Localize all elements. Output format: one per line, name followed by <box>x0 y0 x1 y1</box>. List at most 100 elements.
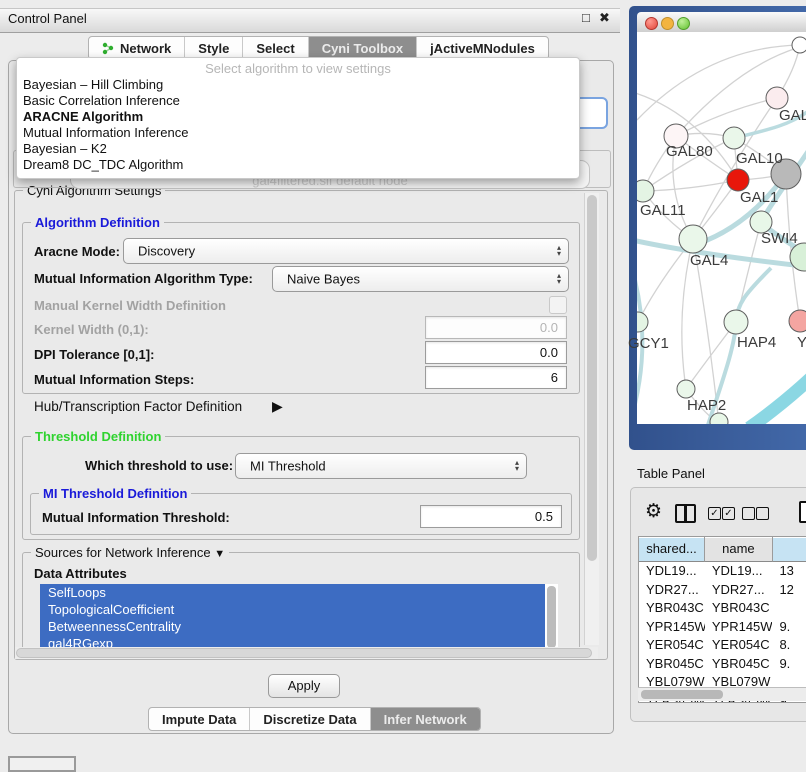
node-gal-top[interactable] <box>766 87 788 109</box>
node-label: HAP2 <box>687 397 726 414</box>
algorithm-definition-title: Algorithm Definition <box>31 215 164 230</box>
dropdown-item-basic-correlation[interactable]: Basic Correlation Inference <box>23 93 180 108</box>
mi-threshold-field[interactable]: 0.5 <box>420 505 562 528</box>
node-label: GAL11 <box>640 202 686 219</box>
tab-cyni-toolbox[interactable]: Cyni Toolbox <box>308 37 416 59</box>
unchecked-checkbox-icon[interactable] <box>742 507 755 520</box>
network-window-titlebar[interactable] <box>637 12 806 33</box>
list-scrollbar[interactable] <box>547 586 556 648</box>
bottom-tabbar: Impute Data Discretize Data Infer Networ… <box>148 707 481 731</box>
tab-discretize-data[interactable]: Discretize Data <box>249 708 369 730</box>
kernel-width-label: Kernel Width (0,1): <box>34 322 149 337</box>
node-label: HAP4 <box>737 334 776 351</box>
minimize-traffic-light-icon[interactable] <box>661 17 674 30</box>
list-item-betweenness[interactable]: BetweennessCentrality <box>40 618 545 635</box>
mi-steps-field[interactable]: 6 <box>425 366 567 389</box>
expanded-arrow-icon[interactable]: ▼ <box>214 548 225 560</box>
dpi-tolerance-field[interactable]: 0.0 <box>425 341 567 364</box>
which-threshold-combo[interactable]: MI Threshold ▴▾ <box>235 453 527 479</box>
settings-horizontal-scrollbar[interactable] <box>15 647 598 659</box>
settings-vertical-scroll-thumb[interactable] <box>587 195 597 561</box>
tab-impute-data[interactable]: Impute Data <box>149 708 249 730</box>
combo-stepper-icon: ▴▾ <box>557 245 561 257</box>
table-row[interactable]: YDR27...YDR27...12 <box>639 581 806 600</box>
tab-infer-network[interactable]: Infer Network <box>370 708 480 730</box>
column-header-shared-name[interactable]: shared... <box>639 537 705 562</box>
control-panel-titlebar <box>0 8 620 33</box>
table-horizontal-scroll-thumb[interactable] <box>641 690 723 699</box>
manual-kernel-checkbox[interactable] <box>549 296 567 314</box>
unchecked-checkbox-icon[interactable] <box>756 507 769 520</box>
checked-checkbox-icon[interactable]: ✓ <box>708 507 721 520</box>
checked-checkbox-icon[interactable]: ✓ <box>722 507 735 520</box>
control-panel-title: Control Panel <box>8 11 87 26</box>
node-hap4[interactable] <box>724 310 748 334</box>
columns-icon[interactable] <box>675 504 696 523</box>
node-gcy1[interactable] <box>637 312 648 332</box>
document-icon[interactable] <box>799 501 806 523</box>
mi-threshold-title: MI Threshold Definition <box>39 486 191 501</box>
node-hap2[interactable] <box>677 380 695 398</box>
table-row[interactable]: YPR145WYPR145W9. <box>639 618 806 637</box>
aracne-mode-label: Aracne Mode: <box>34 244 120 259</box>
close-traffic-light-icon[interactable] <box>645 17 658 30</box>
collapsed-arrow-icon[interactable]: ▶ <box>272 398 283 415</box>
node-label: GAL10 <box>736 150 783 167</box>
zoom-traffic-light-icon[interactable] <box>677 17 690 30</box>
node-attribute-table: shared... name YDL19...YDL19...13 YDR27.… <box>638 536 806 703</box>
node-gal11[interactable] <box>637 180 654 202</box>
which-threshold-label: Which threshold to use: <box>85 458 233 473</box>
node-label: Y <box>797 334 806 351</box>
dropdown-item-aracne[interactable]: ARACNE Algorithm <box>23 109 143 124</box>
table-row[interactable]: YBR043CYBR043C <box>639 599 806 618</box>
dropdown-item-bayesian-k2[interactable]: Bayesian – K2 <box>23 141 107 156</box>
table-row[interactable]: YDL19...YDL19...13 <box>639 562 806 581</box>
combo-stepper-icon: ▴▾ <box>515 460 519 472</box>
node-gal1[interactable] <box>727 169 749 191</box>
tab-network[interactable]: Network <box>89 37 184 59</box>
column-header-name[interactable]: name <box>705 537 773 562</box>
network-icon <box>102 42 115 55</box>
list-item-topological[interactable]: TopologicalCoefficient <box>40 601 545 618</box>
node-gal4[interactable] <box>679 225 707 253</box>
tab-jactivemnodules[interactable]: jActiveMNodules <box>416 37 548 59</box>
table-row[interactable]: YER054CYER054C8. <box>639 636 806 655</box>
float-window-icon[interactable]: □ <box>582 10 590 25</box>
table-header-row: shared... name <box>639 537 806 562</box>
threshold-definition-title: Threshold Definition <box>31 429 165 444</box>
table-horizontal-scrollbar[interactable] <box>638 687 806 701</box>
column-header-clipped[interactable] <box>773 537 806 562</box>
dropdown-prompt: Select algorithm to view settings <box>17 61 579 76</box>
node-gal10[interactable] <box>723 127 745 149</box>
mi-type-combo[interactable]: Naive Bayes ▴▾ <box>272 266 569 292</box>
manual-kernel-label: Manual Kernel Width Definition <box>34 298 226 313</box>
dropdown-item-dream8[interactable]: Dream8 DC_TDC Algorithm <box>23 157 183 172</box>
tab-select[interactable]: Select <box>242 37 307 59</box>
node-label: SWI4 <box>761 230 798 247</box>
node-label: GAL4 <box>690 252 728 269</box>
node-salmon[interactable] <box>789 310 806 332</box>
aracne-mode-combo[interactable]: Discovery ▴▾ <box>123 238 569 264</box>
node-label: GCY1 <box>628 335 669 352</box>
list-item-selfloops[interactable]: SelfLoops <box>40 584 545 601</box>
kernel-width-field[interactable]: 0.0 <box>425 316 567 339</box>
apply-button[interactable]: Apply <box>268 674 340 698</box>
node-label: GAL80 <box>666 143 713 160</box>
tab-style[interactable]: Style <box>184 37 242 59</box>
data-attributes-label: Data Attributes <box>34 566 127 581</box>
settings-horizontal-scroll-thumb[interactable] <box>16 648 592 658</box>
close-icon[interactable]: ✖ <box>599 10 610 26</box>
mi-threshold-label: Mutual Information Threshold: <box>42 510 230 525</box>
gear-icon[interactable]: ⚙ <box>645 500 662 523</box>
dpi-tolerance-label: DPI Tolerance [0,1]: <box>34 347 154 362</box>
node-unlabeled-top[interactable] <box>792 37 806 53</box>
sources-title: Sources for Network Inference ▼ <box>31 545 229 560</box>
bottom-left-window-fragment <box>8 756 76 772</box>
network-graph <box>637 32 806 424</box>
table-row[interactable]: YBR045CYBR045C9. <box>639 655 806 674</box>
network-canvas[interactable] <box>637 32 806 424</box>
settings-vertical-scrollbar[interactable] <box>584 193 599 645</box>
dropdown-item-mutual-information[interactable]: Mutual Information Inference <box>23 125 188 140</box>
table-panel: ⚙ ✓ ✓ shared... name YDL19...YDL19...13 … <box>630 487 806 722</box>
dropdown-item-bayesian-hill[interactable]: Bayesian – Hill Climbing <box>23 77 163 92</box>
